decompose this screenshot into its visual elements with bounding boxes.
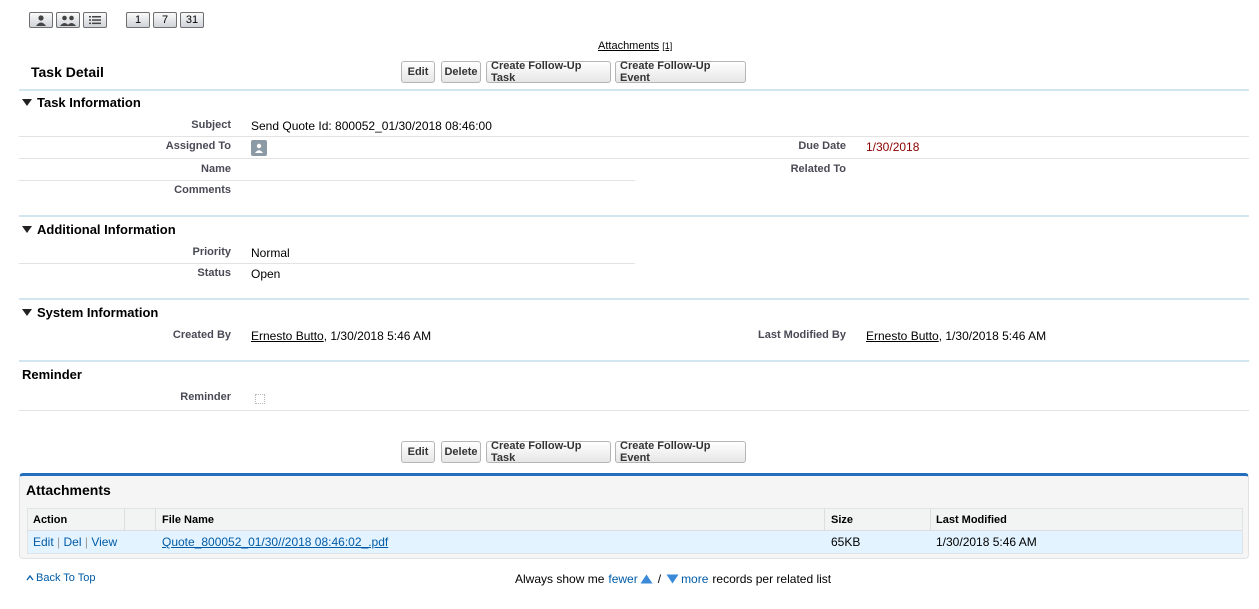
additional-information-title: Additional Information: [37, 222, 176, 237]
attachments-link-label[interactable]: Attachments: [598, 40, 659, 52]
week-view-button[interactable]: 7: [153, 12, 177, 28]
reminder-label: Reminder: [180, 391, 231, 403]
row-divider: [19, 136, 1249, 137]
month-view-button[interactable]: 31: [180, 12, 204, 28]
reminder-heading: Reminder: [22, 367, 82, 382]
column-header-file-name[interactable]: File Name: [162, 514, 214, 526]
always-show-text: Always show me: [515, 572, 605, 586]
records-per-list-text: records per related list: [712, 572, 832, 586]
view-attachment-link[interactable]: View: [91, 535, 117, 549]
last-modified-by-label: Last Modified By: [757, 329, 846, 341]
system-information-title: System Information: [37, 305, 159, 320]
more-arrow-down-icon[interactable]: [666, 574, 679, 584]
name-label: Name: [201, 163, 231, 175]
delete-attachment-link[interactable]: Del: [64, 535, 82, 549]
column-header-size[interactable]: Size: [831, 514, 853, 526]
avatar[interactable]: [251, 140, 267, 156]
file-last-modified: 1/30/2018 5:46 AM: [936, 535, 1037, 549]
due-date-label: Due Date: [798, 140, 846, 152]
collapse-triangle-icon[interactable]: [22, 99, 32, 106]
attachments-table: Action File Name Size Last Modified Edit…: [27, 508, 1243, 554]
create-follow-up-task-button-bottom[interactable]: Create Follow-Up Task: [486, 440, 611, 464]
person-icon: [36, 14, 46, 26]
collapse-triangle-icon[interactable]: [22, 226, 32, 233]
created-by-date: , 1/30/2018 5:46 AM: [323, 329, 432, 343]
delete-button[interactable]: Delete: [441, 61, 481, 83]
edit-button-bottom[interactable]: Edit: [401, 441, 435, 463]
create-follow-up-task-button[interactable]: Create Follow-Up Task: [486, 60, 611, 84]
due-date-value: 1/30/2018: [866, 140, 920, 154]
section-divider: [19, 215, 1249, 217]
created-by-user-link[interactable]: Ernesto Butto: [251, 329, 324, 343]
related-to-label: Related To: [790, 163, 846, 175]
last-modified-by-value: Ernesto Butto, 1/30/2018 5:46 AM: [866, 329, 1046, 343]
edit-button[interactable]: Edit: [401, 61, 435, 83]
file-size: 65KB: [831, 535, 861, 549]
create-follow-up-event-button[interactable]: Create Follow-Up Event: [615, 60, 746, 84]
fewer-link[interactable]: fewer: [608, 572, 637, 586]
attachments-hover-link[interactable]: Attachments [1]: [598, 40, 672, 52]
file-name-link[interactable]: Quote_800052_01/30//2018 08:46:02_.pdf: [162, 535, 388, 549]
collapse-triangle-icon[interactable]: [22, 309, 32, 316]
more-link[interactable]: more: [681, 572, 708, 586]
list-view-button[interactable]: [83, 12, 107, 28]
subject-label: Subject: [191, 119, 231, 131]
last-modified-date: , 1/30/2018 5:46 AM: [938, 329, 1047, 343]
task-information-heading[interactable]: Task Information: [22, 95, 141, 110]
header-divider: [19, 89, 1249, 91]
people-icon: [60, 15, 76, 26]
task-information-title: Task Information: [37, 95, 141, 110]
attachments-related-list: Attachments Action File Name Size Last M…: [19, 473, 1249, 559]
row-actions: Edit | Del | View: [33, 535, 118, 549]
column-header-last-modified[interactable]: Last Modified: [936, 514, 1007, 526]
create-follow-up-event-button-bottom[interactable]: Create Follow-Up Event: [615, 440, 746, 464]
priority-value: Normal: [251, 246, 290, 260]
back-to-top-link[interactable]: Back To Top: [26, 572, 96, 584]
section-divider: [19, 360, 1249, 362]
row-divider: [19, 180, 635, 181]
table-row: Edit | Del | View Quote_800052_01/30//20…: [28, 531, 1242, 553]
row-divider: [19, 263, 635, 264]
created-by-value: Ernesto Butto, 1/30/2018 5:46 AM: [251, 329, 431, 343]
last-modified-user-link[interactable]: Ernesto Butto: [866, 329, 939, 343]
edit-attachment-link[interactable]: Edit: [33, 535, 54, 549]
caret-up-icon: [26, 574, 34, 581]
fewer-arrow-up-icon[interactable]: [640, 574, 653, 584]
row-divider: [19, 410, 1249, 411]
status-value: Open: [251, 267, 281, 281]
day-view-button[interactable]: 1: [126, 12, 150, 28]
section-divider: [19, 298, 1249, 300]
assigned-to-label: Assigned To: [165, 140, 231, 152]
column-header-action: Action: [33, 514, 68, 526]
list-icon: [89, 16, 101, 25]
page-title: Task Detail: [31, 64, 104, 80]
priority-label: Priority: [192, 246, 231, 258]
system-information-heading[interactable]: System Information: [22, 305, 158, 320]
status-label: Status: [197, 267, 231, 279]
delete-button-bottom[interactable]: Delete: [441, 441, 481, 463]
back-to-top-label[interactable]: Back To Top: [36, 572, 96, 584]
comments-label: Comments: [174, 184, 231, 196]
related-list-size-control: Always show me fewer / more records per …: [515, 572, 832, 586]
reminder-checkbox[interactable]: [255, 394, 265, 404]
single-user-view-button[interactable]: [29, 12, 53, 28]
created-by-label: Created By: [172, 329, 231, 341]
additional-information-heading[interactable]: Additional Information: [22, 222, 176, 237]
subject-value: Send Quote Id: 800052_01/30/2018 08:46:0…: [251, 119, 492, 133]
attachments-link-count: [1]: [662, 41, 673, 51]
attachments-title: Attachments: [26, 482, 111, 498]
user-avatar-icon: [255, 143, 263, 153]
row-divider: [19, 158, 1249, 159]
multi-user-view-button[interactable]: [56, 12, 80, 28]
